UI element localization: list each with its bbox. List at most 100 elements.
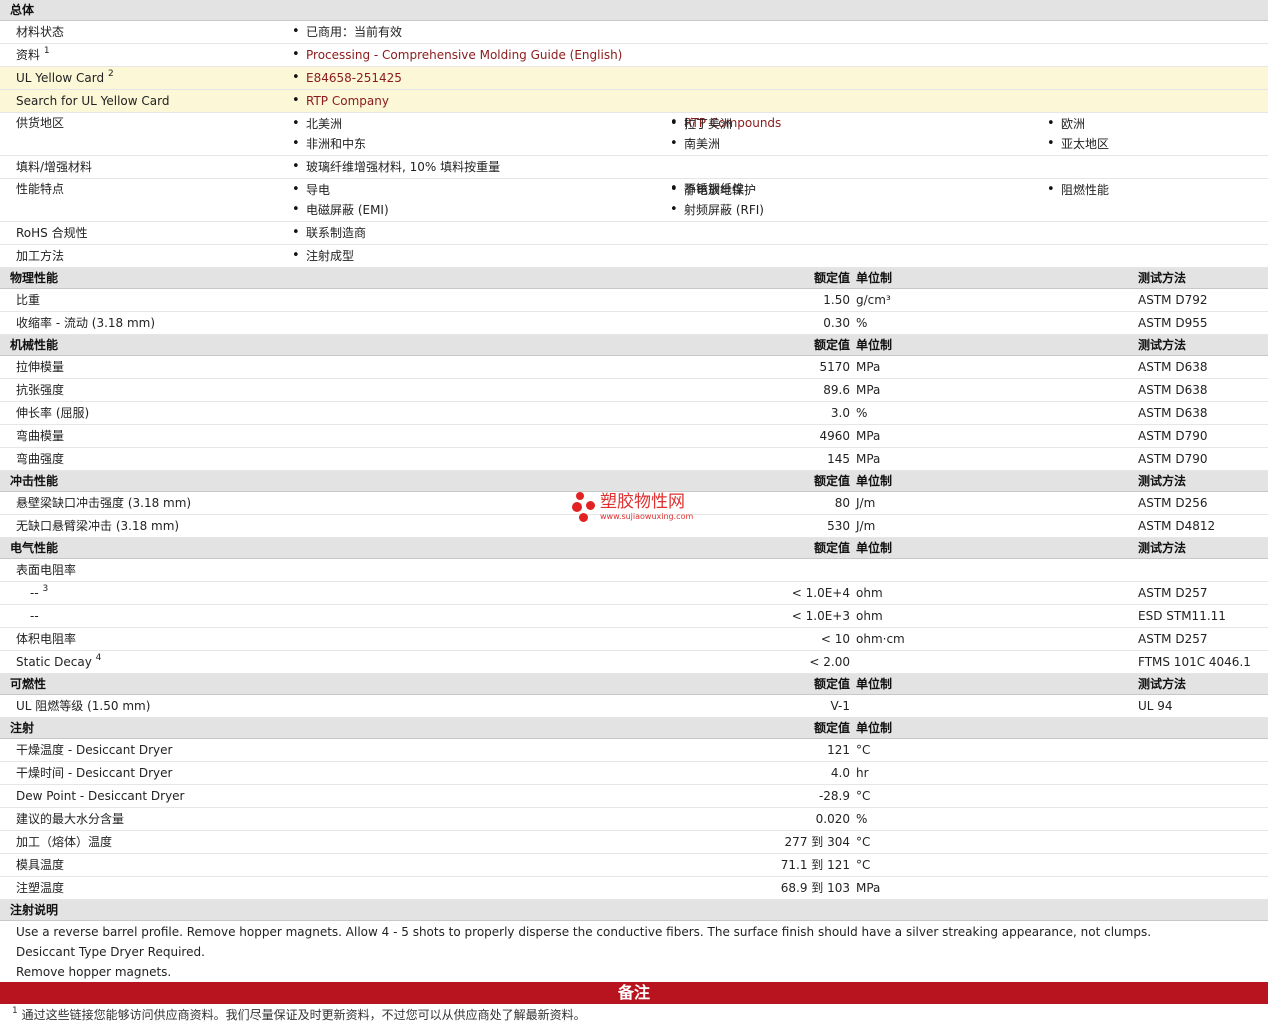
property-unit: MPa [856, 881, 881, 895]
property-value: 注射成型 [292, 245, 1268, 267]
property-test: ASTM D638 [1138, 383, 1208, 397]
property-row: UL Yellow Card 2 E84658-251425 [0, 67, 1268, 90]
section-header-electrical: 电气性能 额定值 单位制 测试方法 [0, 538, 1268, 559]
footnote-text: 通过这些链接您能够访问供应商资料。我们尽量保证及时更新资料，不过您可以从供应商处… [21, 1008, 586, 1022]
property-name: Dew Point - Desiccant Dryer [16, 789, 185, 803]
property-name: UL 阻燃等级 (1.50 mm) [16, 699, 151, 713]
property-unit: °C [856, 743, 871, 757]
property-name: 弯曲模量 [16, 429, 65, 443]
property-name: 弯曲强度 [16, 452, 65, 466]
injection-notes: Use a reverse barrel profile. Remove hop… [0, 921, 1268, 982]
property-row: -- < 1.0E+3 ohm ESD STM11.11 [0, 605, 1268, 628]
property-value: 530 [827, 519, 850, 533]
column-nominal: 额定值 [813, 541, 850, 555]
property-unit: % [856, 812, 868, 826]
section-header-flammability: 可燃性 额定值 单位制 测试方法 [0, 674, 1268, 695]
ul-card-link[interactable]: E84658-251425 [292, 67, 1268, 89]
features-col-1: 导电 电磁屏蔽 (EMI) [292, 180, 389, 220]
property-unit: °C [856, 835, 871, 849]
column-unit: 单位制 [856, 677, 893, 691]
section-title: 注射说明 [10, 903, 59, 917]
property-row: 弯曲强度 145 MPa ASTM D790 [0, 448, 1268, 471]
property-value: 71.1 到 121 [780, 858, 850, 872]
watermark-logo: 塑胶物性网 www.sujiaowuxing.com [572, 492, 693, 524]
property-row: 资料 1 Processing - Comprehensive Molding … [0, 44, 1268, 67]
property-row: 加工方法 注射成型 [0, 245, 1268, 268]
property-row: 伸长率 (屈服) 3.0 % ASTM D638 [0, 402, 1268, 425]
availability-col-3: 欧洲 亚太地区 [1047, 114, 1109, 154]
remarks-footnote: 1 通过这些链接您能够访问供应商资料。我们尽量保证及时更新资料，不过您可以从供应… [0, 1004, 1268, 1026]
note-line: Use a reverse barrel profile. Remove hop… [16, 925, 1152, 939]
property-row: Static Decay 4 < 2.00 FTMS 101C 4046.1 [0, 651, 1268, 674]
property-row: 填料/增强材料 玻璃纤维增强材料, 10% 填料按重量 不锈钢纤维 [0, 156, 1268, 200]
property-unit: °C [856, 789, 871, 803]
property-value: 80 [834, 496, 850, 510]
property-row: Dew Point - Desiccant Dryer -28.9 °C [0, 785, 1268, 808]
property-name: RoHS 合规性 [16, 226, 88, 240]
property-row: 模具温度 71.1 到 121 °C [0, 854, 1268, 877]
property-test: ASTM D790 [1138, 452, 1208, 466]
ul-search-link-rtp-company[interactable]: RTP Company [292, 90, 1268, 112]
property-value: < 1.0E+4 [791, 586, 850, 600]
property-name: 悬壁梁缺口冲击强度 (3.18 mm) [16, 496, 192, 510]
property-name: 表面电阻率 [16, 563, 77, 577]
property-name: 干燥时间 - Desiccant Dryer [16, 766, 173, 780]
column-nominal: 额定值 [813, 338, 850, 352]
property-row: 表面电阻率 [0, 559, 1268, 582]
property-value: -28.9 [818, 789, 850, 803]
property-name: -- 3 [30, 584, 49, 601]
property-unit: J/m [856, 519, 876, 533]
availability-col-2: 拉丁美洲 南美洲 [670, 114, 732, 154]
property-value: 89.6 [823, 383, 850, 397]
property-test: ASTM D638 [1138, 406, 1208, 420]
property-test: UL 94 [1138, 699, 1173, 713]
property-value: 玻璃纤维增强材料, 10% 填料按重量 [292, 156, 1268, 178]
column-test: 测试方法 [1138, 677, 1187, 691]
property-name: 无缺口悬臂梁冲击 (3.18 mm) [16, 519, 180, 533]
features-col-2: 静电放电保护 射频屏蔽 (RFI) [670, 180, 764, 220]
property-unit: g/cm³ [856, 293, 891, 307]
property-value: 已商用：当前有效 [292, 21, 1268, 43]
property-name: 干燥温度 - Desiccant Dryer [16, 743, 173, 757]
property-unit: ohm·cm [856, 632, 905, 646]
property-unit: J/m [856, 496, 876, 510]
section-header-mechanical: 机械性能 额定值 单位制 测试方法 [0, 335, 1268, 356]
property-value: 121 [827, 743, 850, 757]
footnote-number: 1 [12, 1006, 18, 1016]
property-test: ESD STM11.11 [1138, 609, 1226, 623]
property-value: 0.30 [823, 316, 850, 330]
section-title: 机械性能 [10, 338, 59, 352]
property-name: 体积电阻率 [16, 632, 77, 646]
features-col-3: 阻燃性能 [1047, 180, 1109, 200]
property-name: 比重 [16, 293, 41, 307]
property-row: 拉伸模量 5170 MPa ASTM D638 [0, 356, 1268, 379]
section-header-injection: 注射 额定值 单位制 [0, 718, 1268, 739]
property-test: ASTM D256 [1138, 496, 1208, 510]
property-test: ASTM D792 [1138, 293, 1208, 307]
property-name: 建议的最大水分含量 [16, 812, 125, 826]
property-value: 145 [827, 452, 850, 466]
property-unit: MPa [856, 360, 881, 374]
property-name: Search for UL Yellow Card [16, 94, 170, 108]
property-row: UL 阻燃等级 (1.50 mm) V-1 UL 94 [0, 695, 1268, 718]
property-name: -- [30, 609, 39, 623]
literature-link[interactable]: Processing - Comprehensive Molding Guide… [292, 44, 1268, 66]
section-title: 物理性能 [10, 271, 59, 285]
section-header-general: 总体 [0, 0, 1268, 21]
note-line: Desiccant Type Dryer Required. [16, 945, 205, 959]
property-unit: ohm [856, 609, 883, 623]
watermark-url: www.sujiaowuxing.com [600, 512, 694, 521]
property-name: 加工方法 [16, 249, 65, 263]
property-name: 材料状态 [16, 25, 65, 39]
property-value: 5170 [819, 360, 850, 374]
column-nominal: 额定值 [813, 721, 850, 735]
property-unit: % [856, 316, 868, 330]
section-title: 冲击性能 [10, 474, 59, 488]
property-name: 拉伸模量 [16, 360, 65, 374]
property-name: 资料 1 [16, 46, 50, 63]
property-row: 性能特点 导电 电磁屏蔽 (EMI) 静电放电保护 射频屏蔽 (RFI) 阻燃性… [0, 179, 1268, 222]
property-row: 供货地区 北美洲 非洲和中东 拉丁美洲 南美洲 欧洲 亚太地区 [0, 113, 1268, 156]
property-unit: MPa [856, 452, 881, 466]
property-value: 0.020 [815, 812, 850, 826]
property-name: 模具温度 [16, 858, 65, 872]
